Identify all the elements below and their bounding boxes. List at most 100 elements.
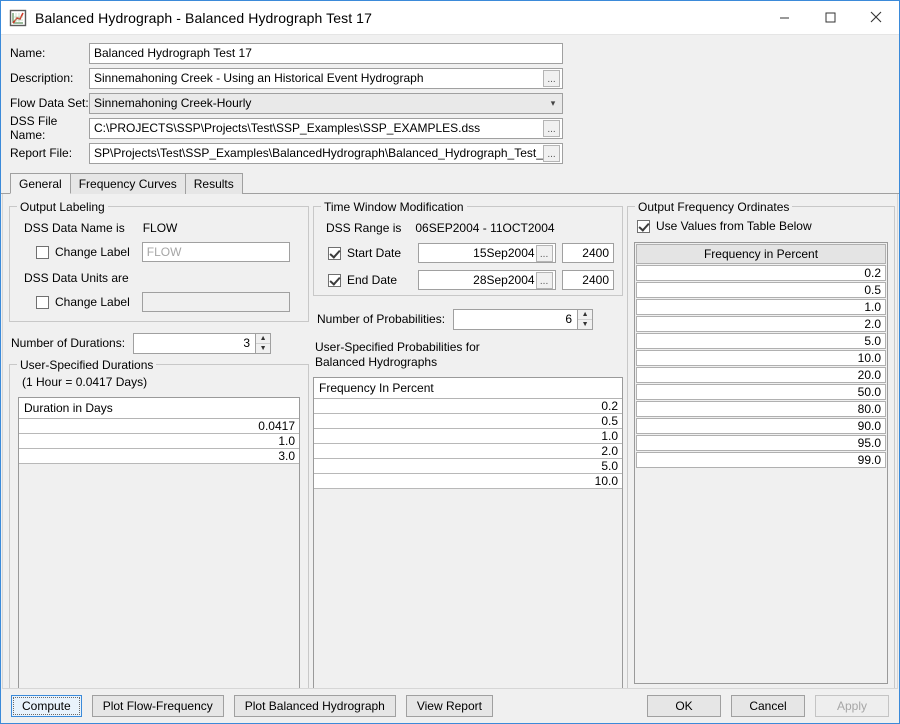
table-row[interactable]: 0.5 xyxy=(636,282,886,298)
end-time-input[interactable]: 2400 xyxy=(561,270,614,290)
table-row[interactable]: 10.0 xyxy=(636,350,886,366)
start-time-input[interactable]: 2400 xyxy=(561,243,614,263)
number-of-probabilities-stepper[interactable]: 6 ▲ ▼ xyxy=(453,308,594,330)
button-bar: Compute Plot Flow-Frequency Plot Balance… xyxy=(1,689,899,723)
start-date-input[interactable]: 15Sep2004 ... xyxy=(418,243,556,263)
use-values-row: Use Values from Table Below xyxy=(634,215,888,237)
table-row[interactable]: 50.0 xyxy=(636,384,886,400)
close-button[interactable] xyxy=(853,1,899,34)
table-row[interactable]: 10.0 xyxy=(314,474,622,489)
change-label-name-checkbox[interactable] xyxy=(36,245,49,259)
view-report-button[interactable]: View Report xyxy=(405,695,493,717)
table-row[interactable]: 1.0 xyxy=(636,299,886,315)
name-input[interactable]: Balanced Hydrograph Test 17 xyxy=(89,42,563,64)
number-of-probabilities-spin-buttons[interactable]: ▲ ▼ xyxy=(577,308,594,330)
probabilities-table-header: Frequency In Percent xyxy=(314,378,622,399)
tab-general[interactable]: General xyxy=(10,173,71,194)
number-of-probabilities-label: Number of Probabilities: xyxy=(317,312,446,326)
table-row[interactable]: 99.0 xyxy=(636,452,886,468)
probabilities-caption-line1: User-Specified Probabilities for xyxy=(315,340,480,354)
flow-data-set-value: Sinnemahoning Creek-Hourly xyxy=(94,96,252,110)
maximize-button[interactable] xyxy=(807,1,853,34)
cancel-button[interactable]: Cancel xyxy=(731,695,805,717)
plot-flow-frequency-button[interactable]: Plot Flow-Frequency xyxy=(91,695,224,717)
name-row: Name: Balanced Hydrograph Test 17 xyxy=(1,41,899,65)
description-input[interactable]: Sinnemahoning Creek - Using an Historica… xyxy=(89,67,563,89)
dss-range-value: 06SEP2004 - 11OCT2004 xyxy=(415,221,555,235)
tab-bar: General Frequency Curves Results xyxy=(1,172,899,194)
end-date-value: 28Sep2004 xyxy=(473,273,535,287)
user-specified-durations-legend: User-Specified Durations xyxy=(17,358,157,372)
output-frequency-table-header: Frequency in Percent xyxy=(636,244,886,264)
left-column: Output Labeling DSS Data Name is FLOW Ch… xyxy=(9,194,309,688)
table-row[interactable]: 0.2 xyxy=(636,265,886,281)
tab-results[interactable]: Results xyxy=(184,173,243,194)
flow-data-set-select[interactable]: Sinnemahoning Creek-Hourly ▾ xyxy=(89,92,563,114)
start-date-label: Start Date xyxy=(347,246,402,260)
plot-balanced-hydrograph-button[interactable]: Plot Balanced Hydrograph xyxy=(233,695,396,717)
table-row[interactable]: 90.0 xyxy=(636,418,886,434)
number-of-durations-spin-buttons[interactable]: ▲ ▼ xyxy=(255,332,272,354)
change-label-units-checkbox[interactable] xyxy=(36,295,49,309)
spin-up-icon[interactable]: ▲ xyxy=(256,334,271,344)
dss-data-name-field[interactable]: FLOW xyxy=(141,242,290,262)
spin-down-icon[interactable]: ▼ xyxy=(578,320,592,329)
dss-data-name-row: DSS Data Name is FLOW xyxy=(18,217,300,239)
table-row[interactable]: 95.0 xyxy=(636,435,886,451)
change-label-units-row: Change Label xyxy=(18,291,300,313)
durations-table-header: Duration in Days xyxy=(19,398,299,419)
right-column: Output Frequency Ordinates Use Values fr… xyxy=(627,194,895,688)
chevron-down-icon[interactable]: ▾ xyxy=(544,98,562,109)
flow-data-set-label: Flow Data Set: xyxy=(10,96,89,110)
tab-frequency-curves[interactable]: Frequency Curves xyxy=(69,173,186,194)
table-row[interactable]: 5.0 xyxy=(636,333,886,349)
table-row[interactable]: 80.0 xyxy=(636,401,886,417)
window-controls xyxy=(761,1,899,35)
report-file-browse-button[interactable]: ... xyxy=(543,144,560,162)
dss-file-name-browse-button[interactable]: ... xyxy=(543,119,560,137)
table-row[interactable]: 0.5 xyxy=(314,414,622,429)
end-date-browse-button[interactable]: ... xyxy=(535,271,553,289)
spin-down-icon[interactable]: ▼ xyxy=(256,344,270,353)
table-row[interactable]: 2.0 xyxy=(314,444,622,459)
output-frequency-table[interactable]: Frequency in Percent 0.2 0.5 1.0 2.0 5.0… xyxy=(634,242,888,684)
chart-line-icon xyxy=(9,9,27,27)
table-row[interactable]: 0.0417 xyxy=(19,419,299,434)
start-date-checkbox[interactable] xyxy=(328,246,341,260)
table-row[interactable]: 1.0 xyxy=(314,429,622,444)
number-of-durations-stepper[interactable]: 3 ▲ ▼ xyxy=(133,332,272,354)
number-of-probabilities-value[interactable]: 6 xyxy=(453,308,578,330)
probabilities-table[interactable]: Frequency In Percent 0.2 0.5 1.0 2.0 5.0… xyxy=(313,377,623,688)
end-date-checkbox[interactable] xyxy=(328,273,341,287)
table-row[interactable]: 0.2 xyxy=(314,399,622,414)
description-browse-button[interactable]: ... xyxy=(543,69,560,87)
dss-range-row: DSS Range is 06SEP2004 - 11OCT2004 xyxy=(322,217,614,239)
table-row[interactable]: 3.0 xyxy=(19,449,299,464)
report-file-input[interactable]: SP\Projects\Test\SSP_Examples\BalancedHy… xyxy=(89,142,563,164)
end-date-input[interactable]: 28Sep2004 ... xyxy=(418,270,556,290)
table-row[interactable]: 20.0 xyxy=(636,367,886,383)
tab-results-label: Results xyxy=(193,177,234,191)
dss-data-units-field[interactable] xyxy=(141,292,290,312)
spin-up-icon[interactable]: ▲ xyxy=(578,310,593,320)
compute-button[interactable]: Compute xyxy=(11,695,82,717)
description-value: Sinnemahoning Creek - Using an Historica… xyxy=(94,71,424,85)
probabilities-caption: User-Specified Probabilities for Balance… xyxy=(313,340,623,370)
number-of-durations-label: Number of Durations: xyxy=(11,336,126,350)
table-row[interactable]: 5.0 xyxy=(314,459,622,474)
durations-table[interactable]: Duration in Days 0.0417 1.0 3.0 xyxy=(18,397,300,688)
window-title: Balanced Hydrograph - Balanced Hydrograp… xyxy=(35,9,372,26)
ok-button[interactable]: OK xyxy=(647,695,721,717)
start-date-row: Start Date 15Sep2004 ... 2400 xyxy=(322,242,614,264)
table-row[interactable]: 2.0 xyxy=(636,316,886,332)
output-labeling-group: Output Labeling DSS Data Name is FLOW Ch… xyxy=(9,200,309,322)
table-row[interactable]: 1.0 xyxy=(19,434,299,449)
dss-range-label: DSS Range is xyxy=(326,221,402,235)
start-date-browse-button[interactable]: ... xyxy=(535,244,553,262)
number-of-probabilities-row: Number of Probabilities: 6 ▲ ▼ xyxy=(313,308,623,330)
minimize-button[interactable] xyxy=(761,1,807,34)
dss-file-name-input[interactable]: C:\PROJECTS\SSP\Projects\Test\SSP_Exampl… xyxy=(89,117,563,139)
use-values-checkbox[interactable] xyxy=(637,219,650,233)
number-of-durations-row: Number of Durations: 3 ▲ ▼ xyxy=(9,332,309,354)
number-of-durations-value[interactable]: 3 xyxy=(133,332,256,354)
